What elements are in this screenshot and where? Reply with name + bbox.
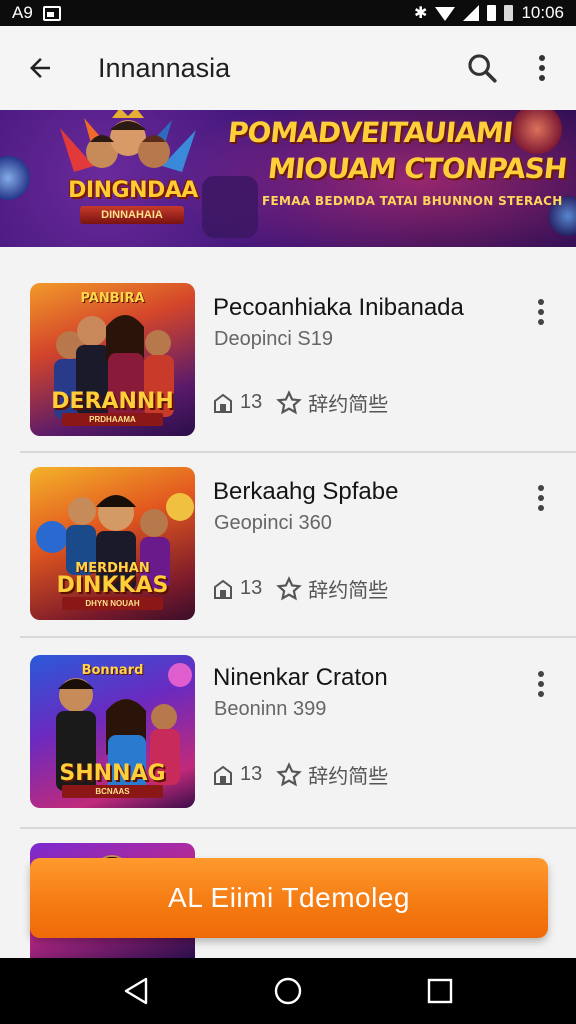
item-title: Pecoanhiaka Inibanada <box>213 294 464 321</box>
item-thumbnail: PANBIRA DERANNH PRDHAAMA <box>30 283 195 436</box>
item-overflow-button[interactable] <box>524 662 558 706</box>
item-overflow-button[interactable] <box>524 476 558 520</box>
signal-icon <box>463 5 480 21</box>
more-vert-icon <box>538 671 544 697</box>
list-item[interactable]: Bonnard SHNNAG BCNAAS Ninenkar Craton Be… <box>0 638 576 818</box>
banner-logo-subtitle: DINNAHAIA <box>80 206 184 224</box>
nav-back-icon <box>124 977 148 1005</box>
search-button[interactable] <box>452 38 512 98</box>
nav-home-icon <box>274 977 302 1005</box>
item-count: 13 <box>240 577 263 599</box>
overflow-menu-button[interactable] <box>522 38 562 98</box>
item-title: Berkaahg Spfabe <box>213 478 399 505</box>
star-icon <box>276 575 303 600</box>
item-meta-text: 辞约简些 <box>308 580 389 602</box>
battery-icon <box>487 5 497 21</box>
page-title: Innannasia <box>98 52 231 83</box>
banner-orb <box>202 176 258 238</box>
star-icon <box>276 761 303 786</box>
thumbnail-top-text: Bonnard <box>81 663 144 678</box>
item-thumbnail: Bonnard SHNNAG BCNAAS <box>30 655 195 808</box>
thumbnail-ribbon: PRDHAAMA <box>62 413 163 426</box>
app-bar: Innannasia <box>0 26 576 110</box>
item-meta: 13 辞约简些 <box>212 388 388 417</box>
status-time: 10:06 <box>521 3 564 22</box>
system-nav-bar <box>0 958 576 1024</box>
arrow-back-icon <box>30 58 50 78</box>
banner-headline-1: POMADVEITAUIAMI <box>226 116 514 149</box>
item-thumbnail: MERDHAN DINKKAS DHYN NOUAH <box>30 467 195 620</box>
item-subtitle: Geopinci 360 <box>214 512 332 534</box>
more-vert-icon <box>538 485 544 511</box>
item-meta: 13 辞约简些 <box>212 760 388 789</box>
status-bar: A9 ✱ 10:06 <box>0 0 576 26</box>
download-bag-icon <box>214 765 232 785</box>
banner-orb <box>0 156 30 200</box>
item-meta: 13 辞约简些 <box>212 574 388 603</box>
item-count: 13 <box>240 763 263 785</box>
primary-action-button[interactable]: AL Eiimi Tdemoleg <box>30 858 548 938</box>
search-icon <box>468 54 497 83</box>
nav-home-button[interactable] <box>260 963 316 1019</box>
promo-banner[interactable]: DINGNDAA DINNAHAIA POMADVEITAUIAMI MIOUA… <box>0 110 576 247</box>
nav-recents-icon <box>427 978 453 1004</box>
list-item[interactable]: MERDHAN DINKKAS DHYN NOUAH Berkaahg Spfa… <box>0 452 576 632</box>
status-left-text: A9 <box>12 3 33 22</box>
battery-icon-secondary <box>504 5 514 21</box>
banner-tagline: FEMAA BEDMDA TATAI BHUNNON STERACH <box>262 194 563 208</box>
list-item[interactable]: PANBIRA DERANNH PRDHAAMA Pecoanhiaka Ini… <box>0 266 576 446</box>
image-notification-icon <box>42 5 61 21</box>
item-subtitle: Beoninn 399 <box>214 698 327 720</box>
back-button[interactable] <box>0 26 80 110</box>
bluetooth-icon: ✱ <box>414 5 428 22</box>
nav-back-button[interactable] <box>108 963 164 1019</box>
thumbnail-title: DINKKAS <box>56 573 169 598</box>
download-bag-icon <box>214 393 232 413</box>
star-icon <box>276 389 303 414</box>
more-vert-icon <box>539 55 545 81</box>
thumbnail-title: DERANNH <box>51 389 174 414</box>
thumbnail-ribbon: BCNAAS <box>62 785 163 798</box>
thumbnail-title: SHNNAG <box>59 761 166 786</box>
item-subtitle: Deopinci S19 <box>214 328 333 350</box>
item-meta-text: 辞约简些 <box>308 766 389 788</box>
download-bag-icon <box>214 579 232 599</box>
more-vert-icon <box>538 299 544 325</box>
item-overflow-button[interactable] <box>524 290 558 334</box>
item-title: Ninenkar Craton <box>213 664 388 691</box>
item-count: 13 <box>240 391 263 413</box>
nav-recents-button[interactable] <box>412 963 468 1019</box>
item-meta-text: 辞约简些 <box>308 394 389 416</box>
wifi-icon <box>435 7 456 21</box>
banner-headline-2: MIOUAM CTONPASH <box>266 152 569 185</box>
thumbnail-top-text: PANBIRA <box>80 291 145 306</box>
thumbnail-ribbon: DHYN NOUAH <box>62 597 163 610</box>
banner-logo-title: DINGNDAA <box>68 178 198 203</box>
